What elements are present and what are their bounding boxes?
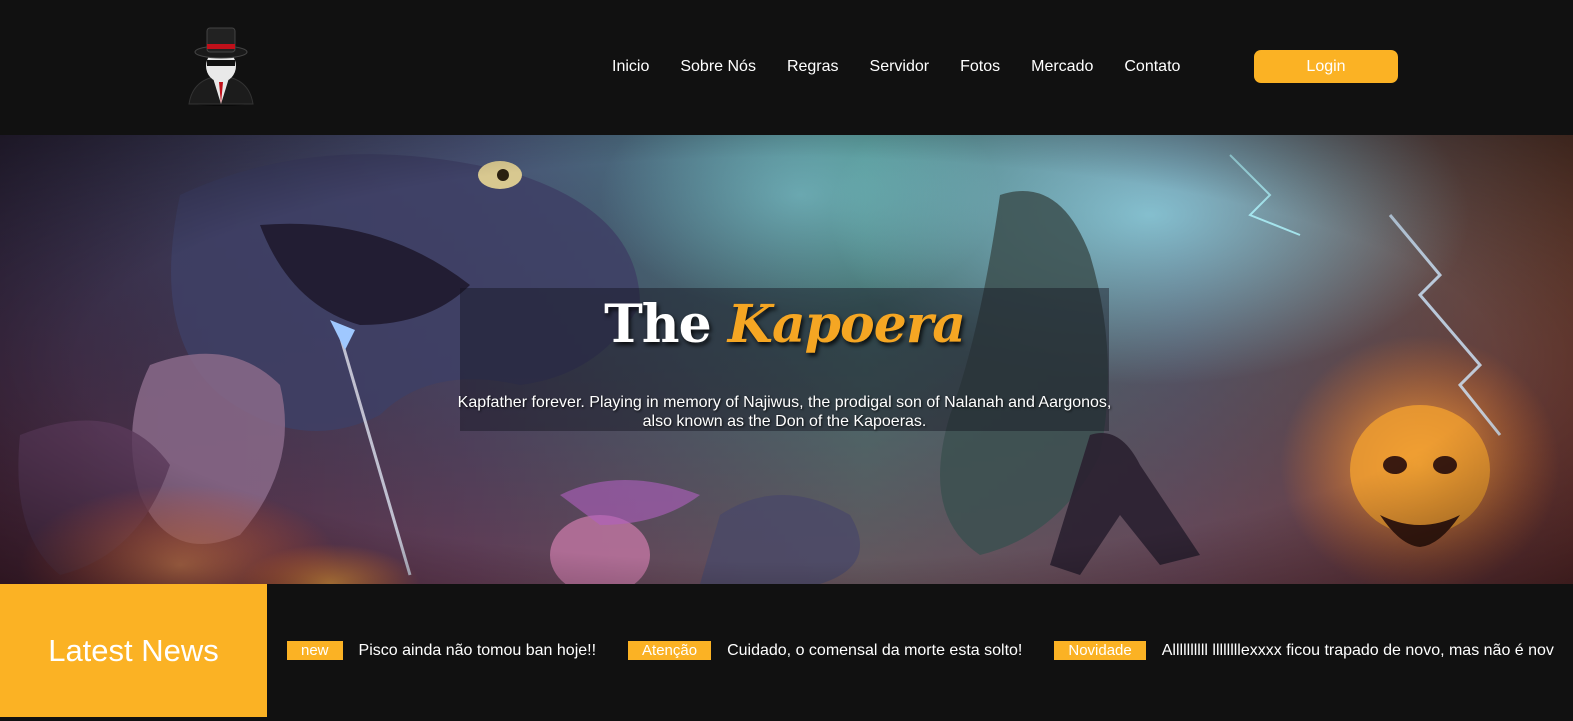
nav-fotos[interactable]: Fotos (960, 56, 1000, 78)
main-nav: Inicio Sobre Nós Regras Servidor Fotos M… (612, 56, 1211, 78)
news-tag: Novidade (1054, 641, 1146, 660)
news-text: Allllllllll llllllllexxxx ficou trapado … (1161, 642, 1554, 659)
latest-news-label: Latest News (0, 584, 267, 717)
news-item[interactable]: Atenção Cuidado, o comensal da morte est… (628, 641, 1022, 660)
nav-regras[interactable]: Regras (787, 56, 839, 78)
news-tag: Atenção (628, 641, 712, 660)
nav-mercado[interactable]: Mercado (1031, 56, 1093, 78)
news-ticker-track: new Pisco ainda não tomou ban hoje!! Ate… (287, 641, 1573, 660)
nav-sobre-nos[interactable]: Sobre Nós (680, 56, 756, 78)
hero-subtitle-line-1: Kapfather forever. Playing in memory of … (457, 394, 1112, 411)
news-ticker: new Pisco ainda não tomou ban hoje!! Ate… (267, 584, 1573, 721)
hero-title: The Kapoera (460, 295, 1109, 355)
news-item[interactable]: Novidade Allllllllll llllllllexxxx ficou… (1054, 641, 1554, 660)
hero-title-kapoera: Kapoera (727, 294, 966, 355)
nav-servidor[interactable]: Servidor (870, 56, 930, 78)
news-item[interactable]: new Pisco ainda não tomou ban hoje!! (287, 641, 596, 660)
mafia-logo-icon[interactable] (183, 26, 259, 106)
news-text: Pisco ainda não tomou ban hoje!! (358, 642, 597, 659)
news-text: Cuidado, o comensal da morte esta solto! (727, 642, 1023, 659)
login-button[interactable]: Login (1254, 50, 1398, 83)
hero-banner: The Kapoera Kapfather forever. Playing i… (0, 135, 1573, 584)
nav-inicio[interactable]: Inicio (612, 56, 649, 78)
news-tag: new (287, 641, 343, 660)
hero-title-the: The (604, 294, 712, 355)
nav-contato[interactable]: Contato (1124, 56, 1180, 78)
hero-subtitle: Kapfather forever. Playing in memory of … (455, 393, 1114, 431)
hero-subtitle-line-2: also known as the Don of the Kapoeras. (642, 413, 927, 430)
site-header: Inicio Sobre Nós Regras Servidor Fotos M… (0, 0, 1573, 135)
